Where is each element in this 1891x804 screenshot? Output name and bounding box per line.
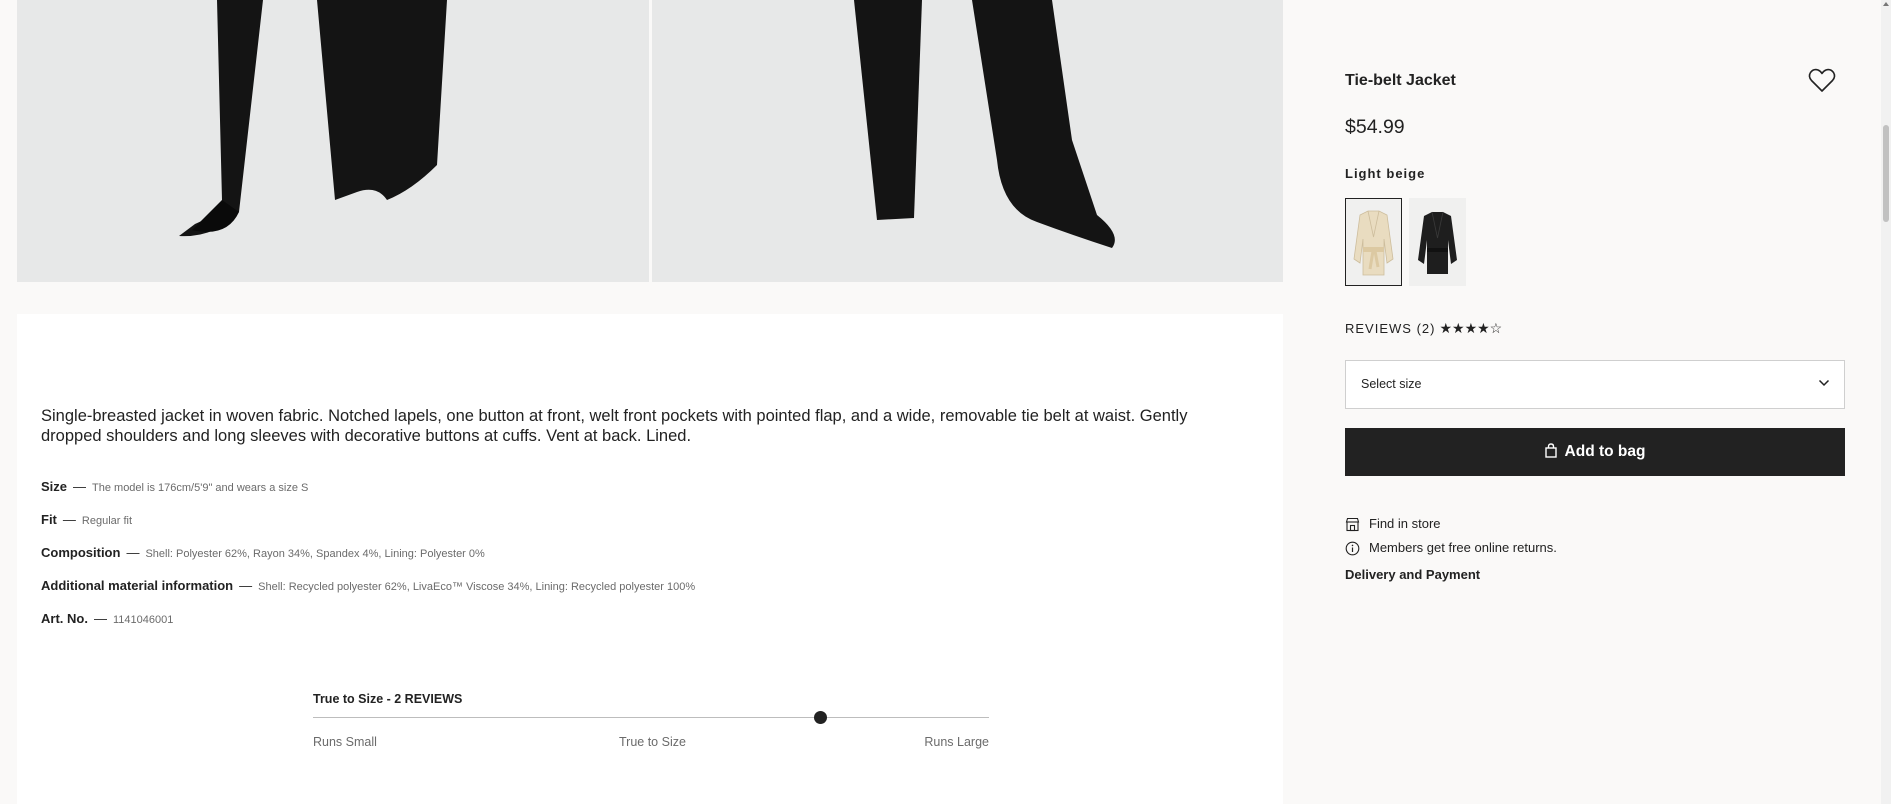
black-jacket-icon	[1418, 211, 1457, 274]
product-photo-right[interactable]	[652, 0, 1283, 282]
spec-key: Size	[41, 479, 68, 494]
size-select-label: Select size	[1361, 377, 1422, 391]
spec-value: 1141046001	[112, 614, 174, 626]
fit-label-large: Runs Large	[924, 735, 989, 749]
spec-value: Regular fit	[81, 515, 133, 527]
beige-jacket-icon	[1353, 210, 1394, 276]
spec-dash: —	[62, 512, 76, 527]
info-icon	[1345, 541, 1360, 556]
delivery-payment-link[interactable]: Delivery and Payment	[1345, 567, 1480, 582]
bag-icon	[1544, 443, 1557, 458]
add-to-bag-label: Add to bag	[1564, 443, 1646, 460]
product-price: $54.99	[1345, 116, 1405, 138]
product-title: Tie-belt Jacket	[1345, 72, 1456, 89]
heart-icon[interactable]	[1807, 66, 1837, 94]
spec-value: Shell: Polyester 62%, Rayon 34%, Spandex…	[145, 548, 485, 560]
product-gallery	[17, 0, 1283, 282]
spec-key: Composition	[41, 545, 121, 560]
spec-fit: Fit — Regular fit	[41, 512, 132, 527]
spec-key: Art. No.	[41, 611, 88, 626]
spec-value: Shell: Recycled polyester 62%, LivaEco™ …	[258, 581, 696, 593]
find-in-store-label: Find in store	[1369, 516, 1441, 531]
scroll-up-icon[interactable]	[1883, 2, 1889, 6]
page-scrollbar[interactable]	[1881, 0, 1891, 804]
swatch-black[interactable]	[1409, 198, 1466, 286]
fit-track	[313, 717, 989, 718]
fit-label-true: True to Size	[619, 735, 686, 749]
reviews-label: REVIEWS (2)	[1345, 321, 1436, 336]
spec-dash: —	[239, 578, 253, 593]
fit-label-small: Runs Small	[313, 735, 377, 749]
color-name: Light beige	[1345, 166, 1426, 181]
add-to-bag-button[interactable]: Add to bag	[1345, 428, 1845, 476]
members-returns-label: Members get free online returns.	[1369, 540, 1557, 555]
find-in-store-link[interactable]: Find in store	[1345, 516, 1441, 532]
product-description: Single-breasted jacket in woven fabric. …	[41, 407, 1188, 445]
spec-composition: Composition — Shell: Polyester 62%, Rayon …	[41, 545, 485, 560]
spec-key: Additional material information	[41, 578, 234, 593]
swatch-light-beige[interactable]	[1345, 198, 1402, 286]
spec-size: Size — The model is 176cm/5'9" and wears a…	[41, 479, 308, 494]
fit-title: True to Size - 2 REVIEWS	[313, 692, 463, 706]
fit-indicator: True to Size - 2 REVIEWS Runs Small True…	[313, 692, 989, 749]
store-icon	[1345, 517, 1360, 532]
spec-key: Fit	[41, 512, 57, 527]
scroll-thumb[interactable]	[1883, 125, 1889, 222]
reviews-link[interactable]: REVIEWS (2) ★★★★☆	[1345, 320, 1502, 337]
fit-marker	[814, 711, 827, 724]
spec-dash: —	[93, 611, 107, 626]
members-returns-info: Members get free online returns.	[1345, 540, 1557, 556]
product-photo-left[interactable]	[17, 0, 649, 282]
chevron-down-icon	[1818, 379, 1830, 387]
spec-dash: —	[73, 479, 87, 494]
spec-dash: —	[126, 545, 140, 560]
size-select[interactable]: Select size	[1345, 360, 1845, 409]
rating-stars-icon: ★★★★☆	[1439, 320, 1503, 336]
spec-art-no: Art. No. — 1141046001	[41, 611, 173, 626]
description-panel: Single-breasted jacket in woven fabric. …	[17, 314, 1283, 804]
spec-additional-material: Additional material information — Shell: R…	[41, 578, 695, 593]
spec-value: The model is 176cm/5'9" and wears a size…	[92, 482, 309, 494]
